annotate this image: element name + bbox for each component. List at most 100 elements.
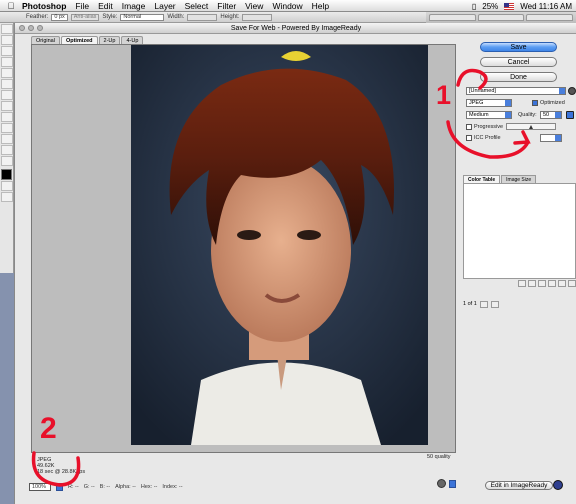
save-for-web-dialog: Save For Web - Powered By ImageReady Ori… bbox=[14, 23, 576, 504]
anti-alias-checkbox[interactable]: Anti-alias bbox=[70, 13, 100, 21]
palette-well-tab[interactable] bbox=[526, 14, 574, 21]
zoom-tool-icon[interactable] bbox=[1, 156, 13, 166]
preset-select[interactable]: [Unnamed] bbox=[466, 87, 566, 95]
menu-select[interactable]: Select bbox=[185, 1, 209, 11]
quality-slider[interactable] bbox=[506, 123, 556, 130]
menu-window[interactable]: Window bbox=[272, 1, 302, 11]
feather-input[interactable]: 0 px bbox=[51, 13, 68, 21]
matte-select[interactable] bbox=[540, 134, 562, 142]
foreground-color-swatch[interactable] bbox=[1, 169, 12, 180]
menu-image[interactable]: Image bbox=[122, 1, 146, 11]
palette-well bbox=[426, 12, 576, 23]
tab-2-up[interactable]: 2-Up bbox=[98, 36, 121, 44]
done-button[interactable]: Done bbox=[480, 72, 557, 82]
quality-input[interactable]: 50 bbox=[540, 111, 562, 119]
optimize-menu-icon[interactable] bbox=[568, 87, 576, 95]
imageready-icon[interactable] bbox=[553, 480, 563, 490]
preview-controls bbox=[437, 479, 456, 488]
color-table-menu-icon[interactable] bbox=[568, 280, 576, 287]
quick-mask-icon[interactable] bbox=[1, 181, 13, 191]
menu-edit[interactable]: Edit bbox=[98, 1, 113, 11]
close-window-icon[interactable] bbox=[19, 25, 25, 31]
eraser-tool-icon[interactable] bbox=[1, 79, 13, 89]
readout-hex: Hex: -- bbox=[140, 484, 158, 490]
browser-menu-arrow-icon[interactable] bbox=[449, 479, 456, 488]
icc-profile-label: ICC Profile bbox=[474, 135, 501, 141]
map-color-icon[interactable] bbox=[518, 280, 526, 287]
desktop-background bbox=[0, 273, 14, 504]
apple-menu-icon[interactable]:  bbox=[0, 1, 22, 11]
battery-icon[interactable]: ▯ bbox=[472, 2, 476, 11]
lasso-tool-icon[interactable] bbox=[1, 46, 13, 56]
progressive-checkbox[interactable] bbox=[466, 124, 472, 130]
hand-tool-icon[interactable] bbox=[1, 145, 13, 155]
brush-tool-icon[interactable] bbox=[1, 68, 13, 78]
minimize-window-icon[interactable] bbox=[28, 25, 34, 31]
readout-alpha: Alpha: -- bbox=[115, 484, 136, 490]
color-table-controls bbox=[467, 280, 576, 289]
palette-well-tab[interactable] bbox=[429, 14, 476, 21]
zoom-level-field[interactable]: 100% bbox=[29, 483, 51, 491]
crop-tool-icon[interactable] bbox=[1, 57, 13, 67]
pager: 1 of 1 bbox=[463, 299, 576, 309]
battery-percent: 25% bbox=[482, 1, 499, 11]
quality-readout: 50 quality bbox=[427, 454, 451, 460]
style-select[interactable]: Normal bbox=[120, 13, 165, 21]
tab-4-up[interactable]: 4-Up bbox=[121, 36, 144, 44]
web-shift-icon[interactable] bbox=[538, 280, 546, 287]
blur-tool-icon[interactable] bbox=[1, 101, 13, 111]
clock[interactable]: Wed 11:16 AM bbox=[520, 2, 572, 11]
tab-image-size[interactable]: Image Size bbox=[501, 175, 537, 183]
zoom-window-icon[interactable] bbox=[37, 25, 43, 31]
next-page-icon[interactable] bbox=[490, 300, 499, 308]
edit-in-imageready-button[interactable]: Edit in ImageReady bbox=[485, 481, 553, 490]
lock-color-icon[interactable] bbox=[528, 280, 536, 287]
readout-g: G: -- bbox=[83, 484, 95, 490]
menu-view[interactable]: View bbox=[245, 1, 263, 11]
dialog-title-bar: Save For Web - Powered By ImageReady bbox=[15, 23, 576, 34]
menu-file[interactable]: File bbox=[75, 1, 89, 11]
palette-well-tab[interactable] bbox=[477, 14, 525, 21]
icc-profile-checkbox[interactable] bbox=[466, 135, 472, 141]
quality-slider-arrow-icon[interactable] bbox=[566, 111, 574, 119]
optimized-checkbox[interactable] bbox=[532, 100, 538, 106]
tools-palette bbox=[0, 23, 14, 273]
preview-in-browser-icon[interactable] bbox=[437, 479, 446, 488]
tab-optimized[interactable]: Optimized bbox=[60, 36, 98, 44]
previous-page-icon[interactable] bbox=[479, 300, 488, 308]
shape-tool-icon[interactable] bbox=[1, 134, 13, 144]
menu-help[interactable]: Help bbox=[312, 1, 329, 11]
gradient-tool-icon[interactable] bbox=[1, 90, 13, 100]
quality-preset-select[interactable]: Medium bbox=[466, 111, 512, 119]
menu-layer[interactable]: Layer bbox=[154, 1, 175, 11]
width-label: Width: bbox=[167, 14, 185, 20]
pen-tool-icon[interactable] bbox=[1, 123, 13, 133]
image-preview-area[interactable] bbox=[31, 44, 456, 453]
height-input[interactable] bbox=[242, 13, 273, 21]
dialog-title: Save For Web - Powered By ImageReady bbox=[230, 25, 362, 32]
cancel-button[interactable]: Cancel bbox=[480, 57, 557, 67]
zoom-menu-arrow-icon[interactable] bbox=[56, 483, 63, 491]
quality-slider-thumb[interactable] bbox=[529, 125, 533, 129]
tab-original[interactable]: Original bbox=[31, 36, 60, 44]
menu-filter[interactable]: Filter bbox=[217, 1, 236, 11]
tab-color-table[interactable]: Color Table bbox=[463, 175, 501, 183]
progressive-label: Progressive bbox=[474, 124, 504, 130]
screen-mode-icon[interactable] bbox=[1, 192, 13, 202]
readout-r: R: -- bbox=[68, 484, 79, 490]
text-tool-icon[interactable] bbox=[1, 112, 13, 122]
status-bar: 100% R: -- G: -- B: -- Alpha: -- Hex: --… bbox=[29, 482, 457, 492]
optimized-label: Optimized bbox=[540, 100, 565, 106]
info-download-time: 18 sec @ 28.8Kbps bbox=[37, 469, 86, 475]
input-flag-icon[interactable] bbox=[504, 2, 515, 10]
marquee-tool-icon[interactable] bbox=[1, 35, 13, 45]
color-table[interactable] bbox=[463, 183, 576, 279]
move-tool-icon[interactable] bbox=[1, 24, 13, 34]
format-select[interactable]: JPEG bbox=[466, 99, 512, 107]
save-button[interactable]: Save bbox=[480, 42, 557, 52]
width-input[interactable] bbox=[187, 13, 218, 21]
trash-icon[interactable] bbox=[558, 280, 566, 287]
readout-b: B: -- bbox=[99, 484, 111, 490]
new-color-icon[interactable] bbox=[548, 280, 556, 287]
menu-app-name[interactable]: Photoshop bbox=[22, 1, 66, 11]
